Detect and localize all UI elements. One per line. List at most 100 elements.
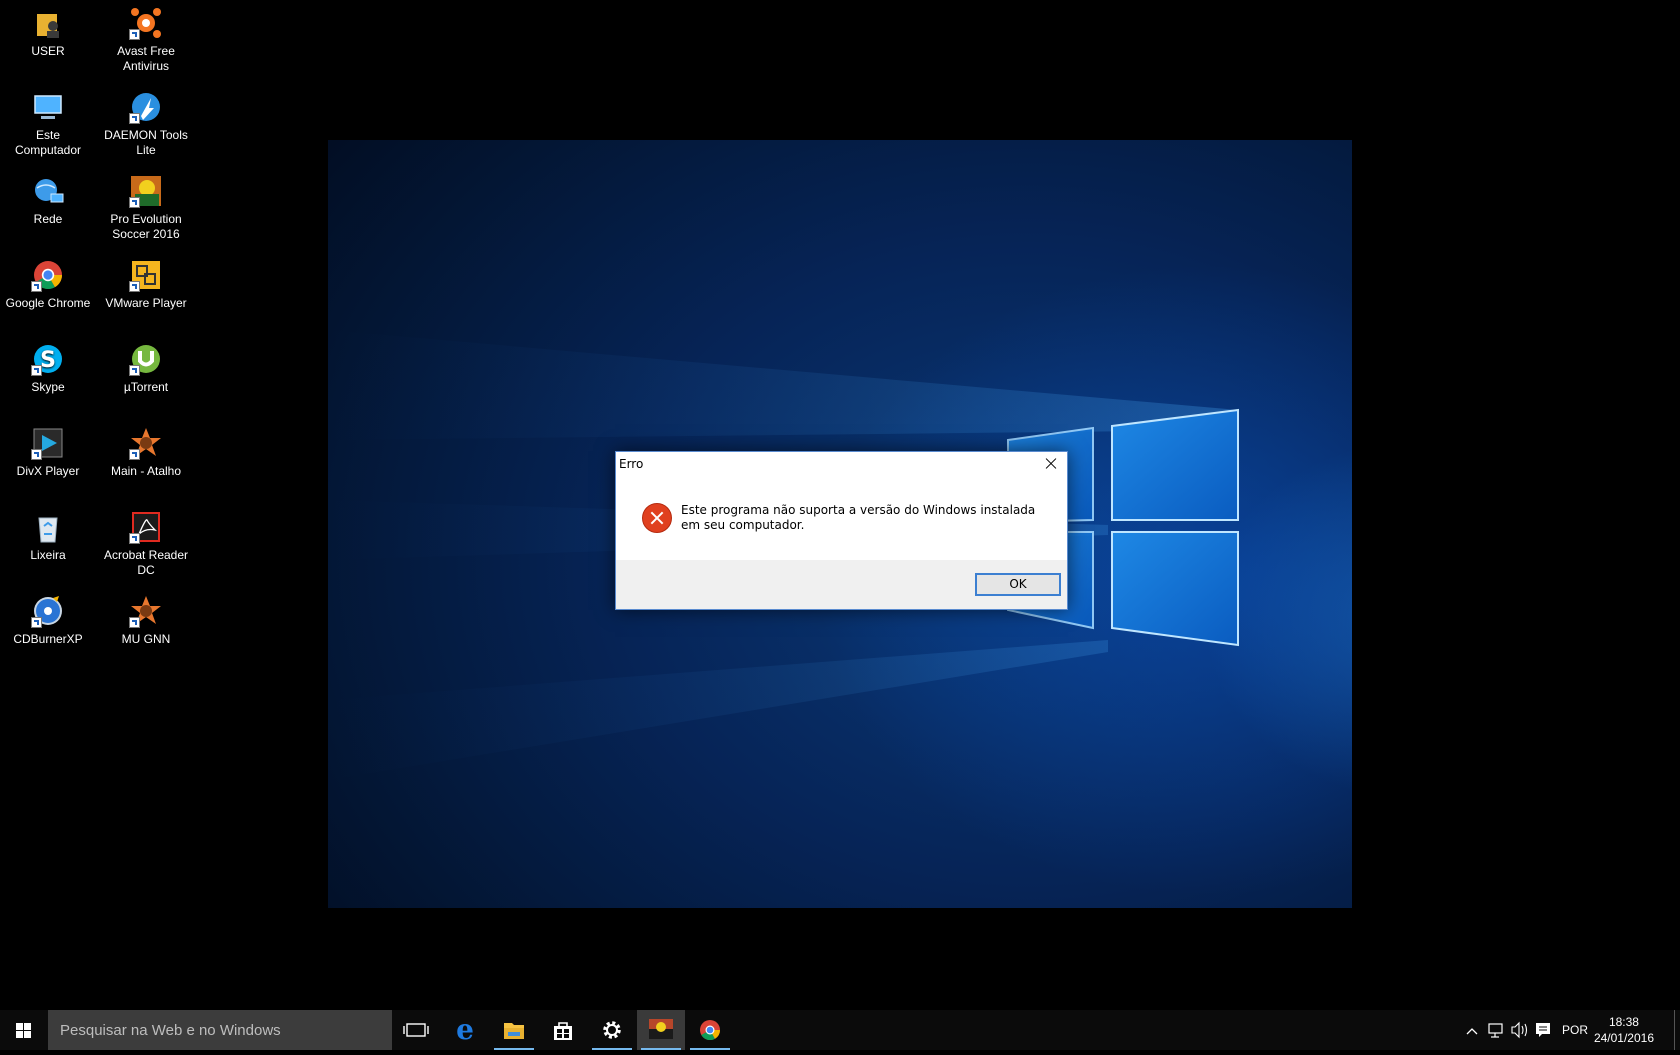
edge-icon: e bbox=[456, 1013, 474, 1046]
desktop-icon-torrent[interactable]: µTorrent bbox=[98, 336, 194, 395]
utorrent-icon bbox=[129, 342, 163, 376]
desktop-icon-skype[interactable]: S Skype bbox=[0, 336, 96, 395]
dialog-footer: OK bbox=[616, 560, 1067, 609]
taskbar-store[interactable] bbox=[539, 1010, 587, 1050]
network-tray-button[interactable] bbox=[1484, 1010, 1506, 1050]
shortcut-arrow-icon bbox=[129, 197, 140, 208]
task-view-button[interactable] bbox=[392, 1010, 440, 1050]
avast-icon bbox=[129, 6, 163, 40]
action-center-button[interactable] bbox=[1532, 1010, 1554, 1050]
shortcut-arrow-icon bbox=[31, 449, 42, 460]
settings-icon bbox=[603, 1021, 621, 1039]
desktop-icon-google-chrome[interactable]: Google Chrome bbox=[0, 252, 96, 311]
desktop-icon-cdburnerxp[interactable]: CDBurnerXP bbox=[0, 588, 96, 647]
volume-icon bbox=[1511, 1021, 1528, 1039]
file-explorer-icon bbox=[504, 1023, 524, 1039]
chrome-icon bbox=[31, 258, 65, 292]
desktop-icon-acrobat-reader-dc[interactable]: Acrobat Reader DC bbox=[98, 504, 194, 578]
error-dialog: Erro Este programa não suporta a versão … bbox=[615, 451, 1068, 610]
shortcut-arrow-icon bbox=[129, 365, 140, 376]
shortcut-arrow-icon bbox=[129, 281, 140, 292]
taskbar-settings[interactable] bbox=[588, 1010, 636, 1050]
store-icon bbox=[554, 1022, 572, 1040]
shortcut-arrow-icon bbox=[31, 617, 42, 628]
shortcut-arrow-icon bbox=[31, 365, 42, 376]
svg-text:S: S bbox=[40, 348, 56, 373]
shortcut-arrow-icon bbox=[129, 29, 140, 40]
taskbar-file-explorer[interactable] bbox=[490, 1010, 538, 1050]
desktop-icon-rede[interactable]: Rede bbox=[0, 168, 96, 227]
error-icon bbox=[642, 503, 672, 533]
desktop-icon-lixeira[interactable]: Lixeira bbox=[0, 504, 96, 563]
taskbar-chrome[interactable] bbox=[686, 1010, 734, 1050]
shortcut-arrow-icon bbox=[129, 449, 140, 460]
acrobat-icon bbox=[129, 510, 163, 544]
pes-icon bbox=[649, 1019, 673, 1039]
pes-icon bbox=[129, 174, 163, 208]
system-tray: POR 18:38 24/01/2016 bbox=[1450, 1010, 1680, 1050]
desktop-icon-divx-player[interactable]: DivX Player bbox=[0, 420, 96, 479]
clock[interactable]: 18:38 24/01/2016 bbox=[1594, 1014, 1654, 1046]
windows-start-icon bbox=[16, 1023, 32, 1039]
desktop-icon-label: Main - Atalho bbox=[110, 464, 182, 478]
taskbar: Pesquisar na Web e no Windows e POR 18:3… bbox=[0, 1010, 1680, 1050]
desktop-icon-daemon-tools-lite[interactable]: DAEMON Tools Lite bbox=[98, 84, 194, 158]
chevron-up-icon bbox=[1466, 1028, 1478, 1035]
shortcut-arrow-icon bbox=[31, 281, 42, 292]
start-button[interactable] bbox=[0, 1010, 48, 1050]
computer-icon bbox=[31, 90, 65, 124]
user-folder-icon bbox=[31, 6, 65, 40]
desktop-icon-main-atalho[interactable]: Main - Atalho bbox=[98, 420, 194, 479]
desktop-icon-label: DivX Player bbox=[16, 464, 80, 478]
language-indicator[interactable]: POR bbox=[1558, 1010, 1592, 1050]
desktop-icon-user[interactable]: USER bbox=[0, 0, 96, 59]
desktop-icon-vmware-player[interactable]: VMware Player bbox=[98, 252, 194, 311]
show-hidden-icons-button[interactable] bbox=[1462, 1010, 1482, 1050]
desktop-icon-label: Avast Free Antivirus bbox=[117, 44, 175, 73]
desktop-icon-mu-gnn[interactable]: MU GNN bbox=[98, 588, 194, 647]
desktop-icon-pro-evolution-soccer-2016[interactable]: Pro Evolution Soccer 2016 bbox=[98, 168, 194, 242]
network-icon bbox=[1488, 1023, 1503, 1038]
show-desktop-button[interactable] bbox=[1674, 1010, 1680, 1050]
clock-time: 18:38 bbox=[1608, 1015, 1639, 1029]
action-center-icon bbox=[1536, 1023, 1550, 1037]
ok-button[interactable]: OK bbox=[975, 573, 1061, 596]
network-icon bbox=[31, 174, 65, 208]
dialog-title: Erro bbox=[619, 457, 644, 471]
mu-icon bbox=[129, 426, 163, 460]
search-placeholder: Pesquisar na Web e no Windows bbox=[60, 1022, 281, 1039]
volume-tray-button[interactable] bbox=[1508, 1010, 1530, 1050]
taskbar-edge[interactable]: e bbox=[441, 1010, 489, 1050]
desktop-icon-este-computador[interactable]: Este Computador bbox=[0, 84, 96, 158]
skype-icon: S bbox=[31, 342, 65, 376]
dialog-message: Este programa não suporta a versão do Wi… bbox=[681, 503, 1036, 532]
divx-icon bbox=[31, 426, 65, 460]
desktop-icon-label: Este Computador bbox=[14, 128, 82, 157]
svg-text:e: e bbox=[456, 1013, 474, 1046]
desktop-icon-label: DAEMON Tools Lite bbox=[104, 128, 188, 157]
chrome-icon bbox=[700, 1020, 721, 1041]
task-view-icon bbox=[403, 1023, 429, 1037]
desktop-icon-avast-free-antivirus[interactable]: Avast Free Antivirus bbox=[98, 0, 194, 74]
daemon-tools-icon bbox=[129, 90, 163, 124]
desktop-icon-label: USER bbox=[31, 44, 65, 58]
recycle-bin-icon bbox=[31, 510, 65, 544]
vmware-icon bbox=[129, 258, 163, 292]
taskbar-pes[interactable] bbox=[637, 1010, 685, 1050]
desktop-icon-label: Rede bbox=[33, 212, 63, 226]
desktop-icon-label: MU GNN bbox=[121, 632, 171, 646]
desktop-icon-label: Lixeira bbox=[30, 548, 66, 562]
desktop-icon-label: µTorrent bbox=[123, 380, 169, 394]
cdburner-icon bbox=[31, 594, 65, 628]
search-input[interactable]: Pesquisar na Web e no Windows bbox=[48, 1010, 392, 1050]
desktop-icon-label: Google Chrome bbox=[5, 296, 91, 310]
shortcut-arrow-icon bbox=[129, 113, 140, 124]
shortcut-arrow-icon bbox=[129, 533, 140, 544]
close-icon[interactable] bbox=[1035, 452, 1065, 476]
desktop-icon-label: Pro Evolution Soccer 2016 bbox=[110, 212, 182, 241]
desktop-icon-label: VMware Player bbox=[105, 296, 187, 310]
mu-icon bbox=[129, 594, 163, 628]
desktop-icons: USER Avast Free Antivirus Este Computador D… bbox=[0, 0, 200, 680]
desktop-icon-label: Acrobat Reader DC bbox=[103, 548, 189, 577]
desktop-icon-label: CDBurnerXP bbox=[13, 632, 83, 646]
